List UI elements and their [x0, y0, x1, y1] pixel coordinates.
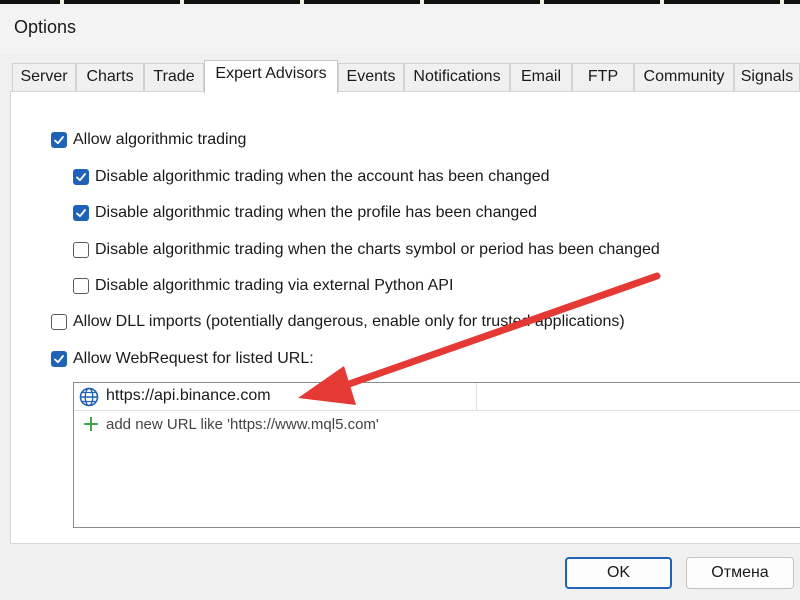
option-disable-on-symbol-change[interactable]: Disable algorithmic trading when the cha…	[73, 239, 660, 261]
tab-expert-advisors[interactable]: Expert Advisors	[204, 60, 338, 93]
check-icon	[76, 173, 86, 182]
option-allow-dll-imports[interactable]: Allow DLL imports (potentially dangerous…	[51, 311, 625, 333]
tab-events[interactable]: Events	[338, 63, 404, 91]
checkbox-allow-algo-trading[interactable]	[51, 132, 67, 148]
option-disable-python-api[interactable]: Disable algorithmic trading via external…	[73, 275, 453, 297]
checkbox-allow-webrequest[interactable]	[51, 351, 67, 367]
checkbox-disable-python-api[interactable]	[73, 278, 89, 294]
dialog-footer: OK Отмена	[0, 544, 800, 600]
tab-community[interactable]: Community	[634, 63, 734, 91]
option-label: Disable algorithmic trading via external…	[95, 277, 454, 294]
tab-notifications[interactable]: Notifications	[404, 63, 510, 91]
expert-advisors-panel: Allow algorithmic trading Disable algori…	[10, 91, 800, 544]
add-url-placeholder: add new URL like 'https://www.mql5.com'	[106, 416, 379, 433]
option-label: Disable algorithmic trading when the acc…	[95, 168, 550, 185]
option-allow-webrequest[interactable]: Allow WebRequest for listed URL:	[51, 348, 314, 370]
check-icon	[54, 355, 64, 364]
cancel-button[interactable]: Отмена	[686, 557, 794, 589]
tab-trade[interactable]: Trade	[144, 63, 204, 91]
option-disable-on-profile-change[interactable]: Disable algorithmic trading when the pro…	[73, 202, 537, 224]
tab-email[interactable]: Email	[510, 63, 572, 91]
plus-icon	[84, 417, 98, 431]
tab-charts[interactable]: Charts	[76, 63, 144, 91]
tab-bar: Server Charts Trade Expert Advisors Even…	[0, 60, 800, 93]
tab-server[interactable]: Server	[12, 63, 76, 91]
url-list-item[interactable]: https://api.binance.com	[74, 383, 800, 411]
option-allow-algo-trading[interactable]: Allow algorithmic trading	[51, 129, 246, 151]
tab-signals[interactable]: Signals	[734, 63, 800, 91]
tab-ftp[interactable]: FTP	[572, 63, 634, 91]
option-label: Allow DLL imports (potentially dangerous…	[73, 313, 625, 330]
url-list[interactable]: https://api.binance.com add new URL like…	[73, 382, 800, 528]
checkbox-allow-dll-imports[interactable]	[51, 314, 67, 330]
check-icon	[76, 209, 86, 218]
url-text: https://api.binance.com	[106, 387, 271, 404]
window-title: Options	[14, 17, 77, 37]
check-icon	[54, 136, 64, 145]
checkbox-disable-on-account-change[interactable]	[73, 169, 89, 185]
option-label: Allow algorithmic trading	[73, 131, 247, 148]
option-disable-on-account-change[interactable]: Disable algorithmic trading when the acc…	[73, 166, 550, 188]
column-divider	[476, 383, 477, 411]
title-bar: Options	[0, 4, 800, 54]
ok-button[interactable]: OK	[565, 557, 672, 589]
option-label: Disable algorithmic trading when the pro…	[95, 204, 538, 221]
add-url-row[interactable]: add new URL like 'https://www.mql5.com'	[74, 412, 800, 440]
option-label: Disable algorithmic trading when the cha…	[95, 241, 660, 258]
checkbox-disable-on-profile-change[interactable]	[73, 205, 89, 221]
option-label: Allow WebRequest for listed URL:	[73, 350, 314, 367]
globe-icon	[79, 387, 99, 407]
checkbox-disable-on-symbol-change[interactable]	[73, 242, 89, 258]
